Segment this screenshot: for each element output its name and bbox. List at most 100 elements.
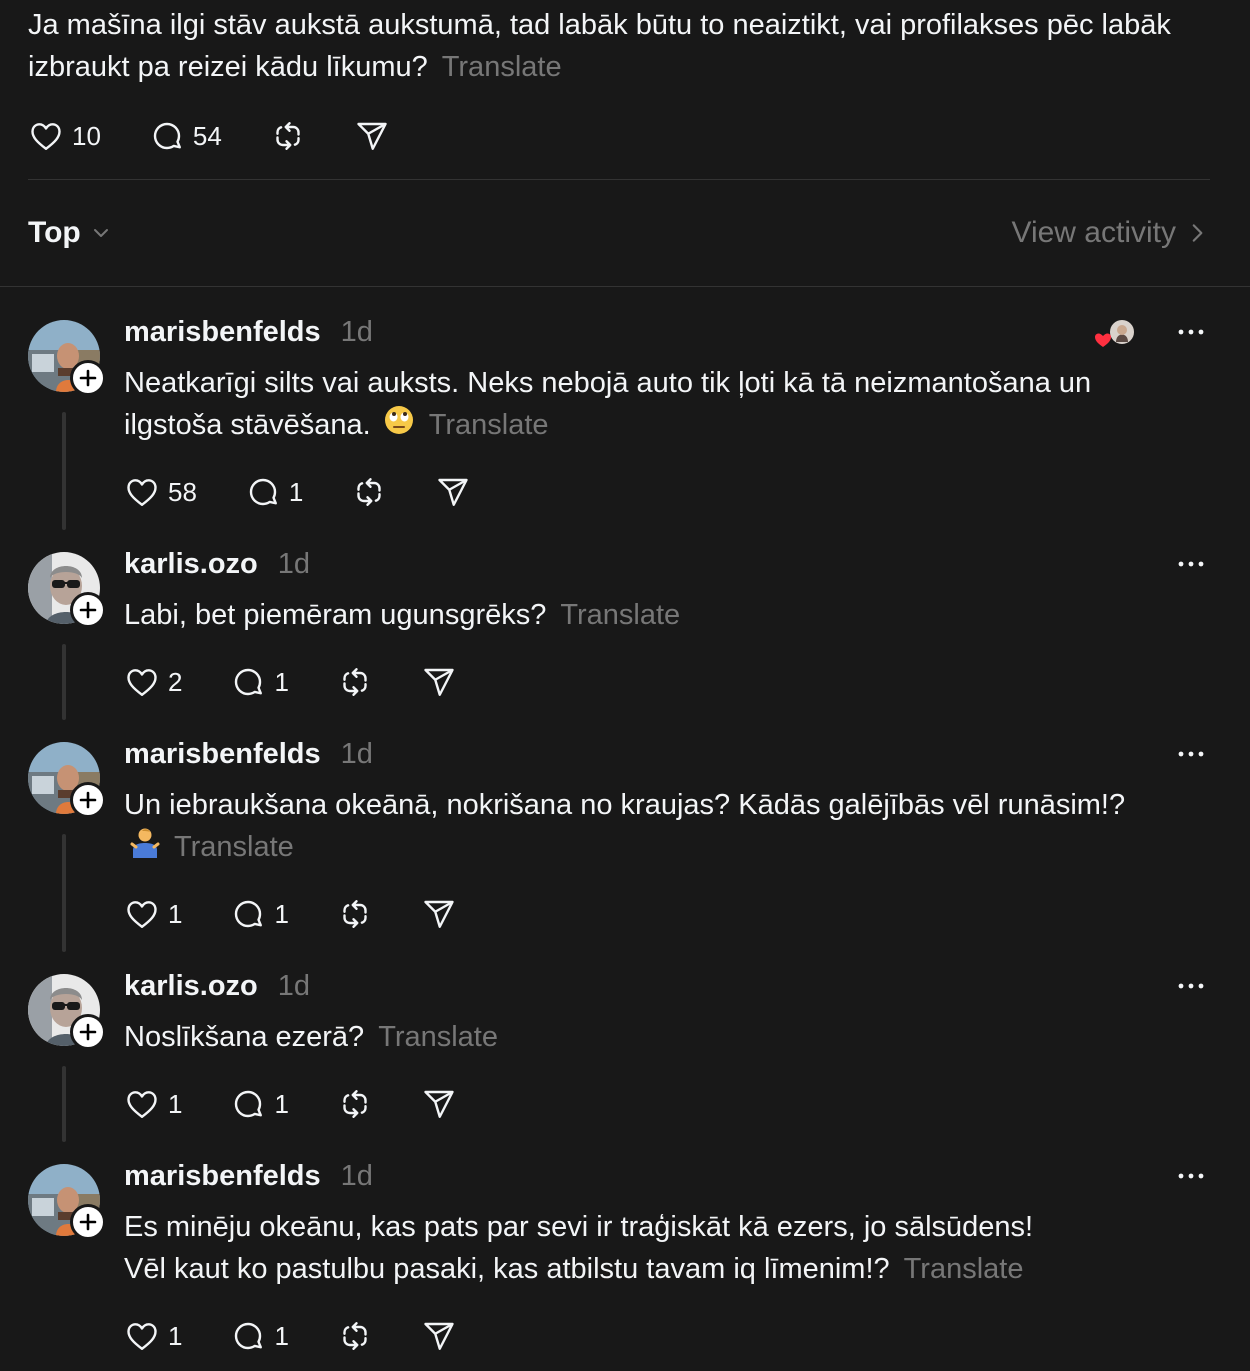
send-icon xyxy=(424,1090,454,1118)
liked-by-author-indicator xyxy=(1092,318,1140,352)
comment-icon xyxy=(249,478,277,506)
repost-button[interactable] xyxy=(351,472,387,512)
follow-button[interactable] xyxy=(70,360,106,396)
repost-icon xyxy=(343,1322,367,1350)
reply-author: karlis.ozo 1d xyxy=(124,548,310,581)
repost-icon xyxy=(343,1090,367,1118)
share-button[interactable] xyxy=(421,1316,457,1356)
reply-author: marisbenfelds 1d xyxy=(124,316,373,349)
plus-icon xyxy=(79,369,97,387)
view-activity-link[interactable]: View activity xyxy=(1011,216,1210,250)
chevron-down-icon xyxy=(93,229,108,237)
heart-icon xyxy=(127,669,157,696)
plus-icon xyxy=(79,1213,97,1231)
heart-icon xyxy=(1095,333,1111,347)
heart-icon xyxy=(31,123,61,150)
reply-body: Labi, bet piemēram ugunsgrēks? xyxy=(124,599,547,631)
reply-text: Labi, bet piemēram ugunsgrēks? Translate xyxy=(124,594,1184,636)
username[interactable]: karlis.ozo xyxy=(124,970,258,1003)
repost-button[interactable] xyxy=(337,1316,373,1356)
more-icon xyxy=(1178,983,1204,989)
like-button[interactable]: 2 xyxy=(124,662,182,702)
username[interactable]: marisbenfelds xyxy=(124,1160,321,1193)
more-options-button[interactable] xyxy=(1176,976,1206,996)
follow-button[interactable] xyxy=(70,592,106,628)
reply-text: Neatkarīgi silts vai auksts. Neks nebojā… xyxy=(124,362,1184,448)
repost-button[interactable] xyxy=(337,894,373,934)
repost-button[interactable] xyxy=(337,1084,373,1124)
timestamp: 1d xyxy=(340,316,373,348)
follow-button[interactable] xyxy=(70,782,106,818)
comment-icon xyxy=(235,1322,263,1350)
reply-actions: 2 1 xyxy=(124,662,457,702)
timestamp: 1d xyxy=(277,548,311,580)
like-count: 58 xyxy=(168,476,197,507)
comment-button[interactable]: 1 xyxy=(230,662,289,702)
share-button[interactable] xyxy=(421,662,457,702)
translate-link[interactable]: Translate xyxy=(904,1253,1024,1285)
comment-button[interactable]: 1 xyxy=(230,1316,289,1356)
follow-button[interactable] xyxy=(70,1204,106,1240)
like-button[interactable]: 58 xyxy=(124,472,197,512)
send-icon xyxy=(424,668,454,696)
more-options-button[interactable] xyxy=(1176,1166,1206,1186)
like-count: 2 xyxy=(168,666,183,697)
thread-line xyxy=(62,834,66,952)
more-options-button[interactable] xyxy=(1176,744,1206,764)
like-button[interactable]: 1 xyxy=(124,1084,182,1124)
face-with-rolling-eyes-emoji xyxy=(383,404,415,448)
reply-text: Un iebraukšana okeānā, nokrišana no krau… xyxy=(124,784,1184,870)
more-icon xyxy=(1178,329,1204,335)
share-button[interactable] xyxy=(435,472,471,512)
username[interactable]: karlis.ozo xyxy=(124,548,258,581)
translate-link[interactable]: Translate xyxy=(174,831,294,863)
translate-link[interactable]: Translate xyxy=(442,51,562,83)
repost-button[interactable] xyxy=(337,662,373,702)
translate-link[interactable]: Translate xyxy=(429,409,549,441)
send-icon xyxy=(424,900,454,928)
reply-actions: 1 1 xyxy=(124,1316,457,1356)
man-shrugging-emoji xyxy=(130,826,160,870)
repost-icon xyxy=(276,122,300,150)
like-button[interactable]: 1 xyxy=(124,1316,182,1356)
comment-button[interactable]: 1 xyxy=(230,1084,289,1124)
chevron-right-icon xyxy=(1192,224,1203,242)
follow-button[interactable] xyxy=(70,1014,106,1050)
username[interactable]: marisbenfelds xyxy=(124,316,321,349)
repost-button[interactable] xyxy=(270,116,306,156)
reply-body: Neatkarīgi silts vai auksts. Neks nebojā… xyxy=(124,367,1092,441)
share-button[interactable] xyxy=(354,116,390,156)
share-button[interactable] xyxy=(421,1084,457,1124)
like-count: 1 xyxy=(168,1320,183,1351)
sort-dropdown[interactable]: Top xyxy=(28,216,113,250)
comment-button[interactable]: 1 xyxy=(230,894,289,934)
reply-actions: 1 1 xyxy=(124,1084,457,1124)
more-options-button[interactable] xyxy=(1176,322,1206,342)
share-button[interactable] xyxy=(421,894,457,934)
send-icon xyxy=(424,1322,454,1350)
comment-icon xyxy=(235,900,263,928)
like-button[interactable]: 10 xyxy=(28,116,101,156)
comment-icon xyxy=(235,1090,263,1118)
comment-count: 1 xyxy=(288,476,304,507)
comment-button[interactable]: 1 xyxy=(245,472,303,512)
like-button[interactable]: 1 xyxy=(124,894,182,934)
post-body: Ja mašīna ilgi stāv aukstā aukstumā, tad… xyxy=(28,9,1171,83)
like-count: 1 xyxy=(168,898,183,929)
timestamp: 1d xyxy=(277,970,311,1002)
more-options-button[interactable] xyxy=(1176,554,1206,574)
repost-icon xyxy=(357,478,382,506)
comment-button[interactable]: 54 xyxy=(149,116,222,156)
username[interactable]: marisbenfelds xyxy=(124,738,321,771)
more-icon xyxy=(1178,751,1204,757)
comment-count: 1 xyxy=(274,1088,289,1119)
plus-icon xyxy=(79,791,97,809)
comment-count: 1 xyxy=(274,666,289,697)
heart-icon xyxy=(127,479,157,506)
send-icon xyxy=(438,478,469,506)
plus-icon xyxy=(79,1023,97,1041)
timestamp: 1d xyxy=(340,738,373,770)
translate-link[interactable]: Translate xyxy=(378,1021,498,1053)
translate-link[interactable]: Translate xyxy=(560,599,680,631)
heart-icon xyxy=(127,1323,157,1350)
